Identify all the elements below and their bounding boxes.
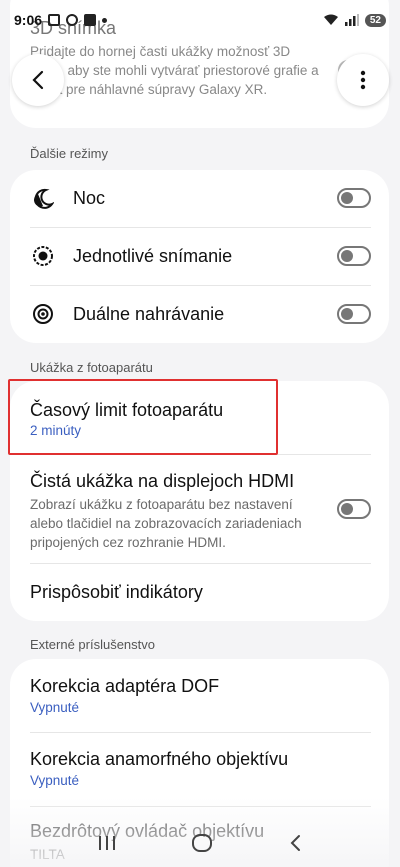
anamorphic-row[interactable]: Korekcia anamorfného objektívu Vypnuté	[10, 733, 389, 805]
customize-indicators-title: Prispôsobiť indikátory	[30, 582, 203, 602]
back-nav-icon[interactable]	[288, 834, 302, 852]
mode-row-single-take[interactable]: Jednotlivé snímanie	[10, 228, 389, 285]
camera-timeout-value: 2 minúty	[30, 423, 82, 438]
hdmi-toggle[interactable]	[337, 499, 371, 519]
wifi-icon	[323, 14, 338, 25]
mode-label-night: Noc	[73, 188, 106, 208]
back-button[interactable]	[12, 54, 64, 106]
recents-icon[interactable]	[98, 835, 116, 851]
chevron-left-icon	[32, 70, 44, 90]
section-external: Externé príslušenstvo	[30, 637, 156, 652]
section-other-modes: Ďalšie režimy	[30, 146, 109, 161]
more-vert-icon	[360, 70, 366, 90]
anamorphic-value: Vypnuté	[30, 773, 80, 788]
home-icon[interactable]	[191, 834, 213, 852]
hdmi-title: Čistá ukážka na displejoch HDMI	[30, 471, 295, 491]
other-modes-card: Noc Jednotlivé snímanie Duálne nahrávani…	[10, 170, 389, 343]
dof-adapter-row[interactable]: Korekcia adaptéra DOF Vypnuté	[10, 659, 389, 731]
app-notification-icon	[66, 14, 79, 26]
night-toggle[interactable]	[337, 188, 371, 208]
anamorphic-title: Korekcia anamorfného objektívu	[30, 749, 289, 769]
checkbox-notification-icon	[84, 14, 97, 26]
hdmi-clean-preview-row[interactable]: Čistá ukážka na displejoch HDMI Zobrazí …	[10, 455, 389, 563]
dof-value: Vypnuté	[30, 700, 80, 715]
mode-label-dual-record: Duálne nahrávanie	[73, 304, 225, 324]
battery-icon: 52	[364, 13, 386, 27]
single-take-toggle[interactable]	[337, 246, 371, 266]
signal-icon	[344, 14, 359, 26]
camera-timeout-row[interactable]: Časový limit fotoaparátu 2 minúty	[10, 381, 389, 453]
nav-bar	[0, 819, 400, 867]
mode-row-night[interactable]: Noc	[10, 170, 389, 227]
camera-timeout-title: Časový limit fotoaparátu	[30, 400, 224, 420]
3d-desc: Pridajte do hornej časti ukážky možnosť …	[30, 44, 319, 97]
screenshot-icon	[48, 14, 61, 26]
hdmi-desc: Zobrazí ukážku z fotoaparátu bez nastave…	[30, 497, 302, 550]
more-options-button[interactable]	[337, 54, 389, 106]
mode-label-single-take: Jednotlivé snímanie	[73, 246, 233, 266]
mode-row-dual-record[interactable]: Duálne nahrávanie	[10, 286, 389, 343]
status-time: 9:06	[14, 12, 43, 28]
moon-icon	[34, 188, 54, 209]
more-notifications-icon	[102, 17, 108, 23]
single-take-icon	[33, 246, 53, 266]
dual-record-toggle[interactable]	[337, 304, 371, 324]
dof-title: Korekcia adaptéra DOF	[30, 676, 220, 696]
preview-card: Časový limit fotoaparátu 2 minúty Čistá …	[10, 381, 389, 621]
status-bar: 9:06 52	[0, 0, 400, 40]
customize-indicators-row[interactable]: Prispôsobiť indikátory	[10, 564, 389, 621]
section-preview: Ukážka z fotoaparátu	[30, 360, 153, 375]
dual-record-icon	[33, 304, 53, 324]
